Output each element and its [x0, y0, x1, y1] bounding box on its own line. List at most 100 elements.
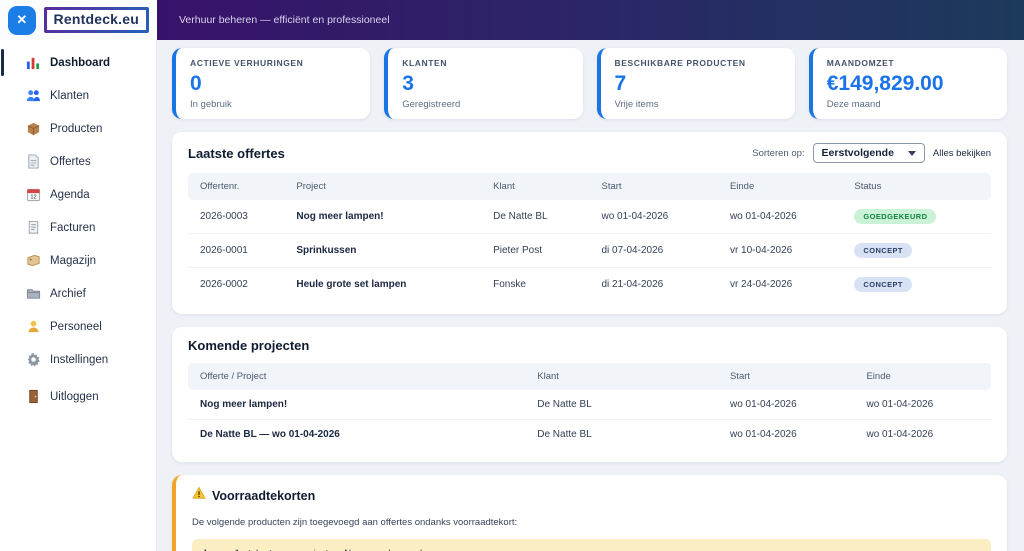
- stat-value: 3: [402, 72, 414, 95]
- column-header-einde[interactable]: Einde: [854, 363, 991, 390]
- sidebar-item-instellingen[interactable]: Instellingen: [0, 343, 156, 376]
- sidebar-item-label: Agenda: [50, 188, 90, 201]
- invoices-icon: [26, 220, 41, 235]
- column-header-einde[interactable]: Einde: [717, 173, 843, 200]
- top-bar: ✕ Rentdeck.eu Verhuur beheren — efficiën…: [0, 0, 1024, 40]
- warning-icon: [192, 486, 206, 505]
- project-start-cell: wo 01-04-2026: [717, 390, 855, 420]
- table-row[interactable]: 2026-0002 Heule grote set lampen Fonske …: [188, 268, 991, 302]
- sidebar-item-producten[interactable]: Producten: [0, 112, 156, 145]
- sidebar-item-label: Magazijn: [50, 254, 97, 267]
- status-badge: CONCEPT: [854, 243, 912, 258]
- sidebar-item-uitloggen[interactable]: Uitloggen: [0, 380, 156, 413]
- offer-end-cell: wo 01-04-2026: [717, 200, 843, 234]
- project-end-cell: wo 01-04-2026: [866, 429, 934, 440]
- sidebar-item-dashboard[interactable]: Dashboard: [0, 46, 156, 79]
- stat-label: ACTIEVE VERHURINGEN: [190, 58, 304, 68]
- stat-value: 7: [614, 72, 627, 95]
- column-header-start[interactable]: Start: [717, 363, 855, 390]
- offer-end-cell: vr 10-04-2026: [717, 233, 843, 268]
- main-content: ACTIEVE VERHURINGEN 0 In gebruik KLANTEN…: [157, 40, 1024, 551]
- products-icon: [26, 121, 41, 136]
- project-name-cell: Nog meer lampen!: [188, 390, 526, 420]
- sidebar-item-personeel[interactable]: Personeel: [0, 310, 156, 343]
- offer-start-cell: di 21-04-2026: [601, 279, 664, 290]
- stat-label: MAANDOMZET: [826, 58, 895, 68]
- stat-label: KLANTEN: [402, 58, 448, 68]
- svg-text:12: 12: [30, 195, 36, 201]
- sidebar-item-agenda[interactable]: 12 Agenda: [0, 178, 156, 211]
- column-header-klant[interactable]: Klant: [481, 173, 590, 200]
- table-row[interactable]: Nog meer lampen! De Natte BL wo 01-04-20…: [188, 390, 991, 420]
- offer-number-cell: 2026-0001: [188, 233, 285, 268]
- offer-client-cell: De Natte BL: [481, 200, 590, 234]
- project-start-cell: wo 01-04-2026: [729, 429, 797, 440]
- offer-project-cell: Nog meer lampen!: [284, 200, 482, 234]
- column-header-project[interactable]: Project: [284, 173, 482, 200]
- sidebar: Dashboard Klanten Producten Offertes 12 …: [0, 40, 157, 551]
- stat-sublabel: Vrije items: [614, 99, 659, 110]
- offer-client-cell: Fonske: [493, 279, 526, 290]
- sidebar-item-archief[interactable]: Archief: [0, 277, 156, 310]
- stock-shortage-card: Voorraadtekorten De volgende producten z…: [172, 475, 1007, 551]
- offer-end-cell: vr 24-04-2026: [729, 279, 793, 290]
- sidebar-item-label: Facturen: [50, 221, 96, 234]
- stat-sublabel: Geregistreerd: [402, 99, 461, 110]
- logout-icon: [26, 389, 41, 404]
- sidebar-item-offertes[interactable]: Offertes: [0, 145, 156, 178]
- logo: Rentdeck.eu: [44, 7, 149, 33]
- table-row[interactable]: 2026-0003 Nog meer lampen! De Natte BL w…: [188, 200, 991, 234]
- shortage-item: Lamp: 1× tekort — op projecten: Nog meer…: [192, 539, 991, 551]
- sort-select-value: Eerstvolgende: [821, 147, 894, 159]
- upcoming-projects-card: Komende projecten Offerte / Project Klan…: [172, 327, 1007, 462]
- sidebar-item-klanten[interactable]: Klanten: [0, 79, 156, 112]
- offer-start-cell: wo 01-04-2026: [589, 200, 718, 234]
- quotes-icon: [26, 154, 41, 169]
- latest-offers-card: Laatste offertes Sorteren op: Eerstvolge…: [172, 132, 1007, 314]
- settings-icon: [26, 352, 41, 367]
- view-all-link[interactable]: Alles bekijken: [933, 148, 991, 159]
- offer-project-cell: Sprinkussen: [284, 233, 482, 268]
- stat-value: €149,829.00: [826, 72, 944, 95]
- offer-project-cell: Heule grote set lampen: [296, 279, 407, 290]
- sidebar-item-label: Uitloggen: [50, 390, 99, 403]
- sidebar-item-label: Offertes: [50, 155, 91, 168]
- offer-client-cell: Pieter Post: [481, 233, 590, 268]
- column-header-klant[interactable]: Klant: [525, 363, 718, 390]
- status-badge: GOEDGEKEURD: [854, 209, 937, 224]
- sidebar-item-label: Dashboard: [50, 56, 111, 69]
- tagline: Verhuur beheren — efficiënt en professio…: [179, 14, 390, 26]
- chevron-down-icon: [907, 150, 916, 156]
- sort-label: Sorteren op:: [752, 147, 805, 159]
- dashboard-icon: [26, 55, 41, 70]
- table-row[interactable]: 2026-0001 Sprinkussen Pieter Post di 07-…: [188, 233, 991, 268]
- column-header-start[interactable]: Start: [589, 173, 718, 200]
- offers-table: Offertenr. Project Klant Start Einde Sta…: [188, 173, 991, 301]
- sort-select[interactable]: Eerstvolgende: [812, 143, 925, 163]
- column-header-offerte-project[interactable]: Offerte / Project: [188, 363, 526, 390]
- projects-table: Offerte / Project Klant Start Einde Nog …: [188, 363, 991, 449]
- sidebar-item-label: Instellingen: [50, 353, 109, 366]
- column-header-status[interactable]: Status: [842, 173, 991, 200]
- project-end-cell: wo 01-04-2026: [854, 390, 991, 420]
- stat-sublabel: In gebruik: [190, 99, 232, 110]
- customers-icon: [26, 88, 41, 103]
- warehouse-icon: [26, 253, 41, 268]
- project-client-cell: De Natte BL: [537, 429, 592, 440]
- shortage-description: De volgende producten zijn toegevoegd aa…: [192, 517, 518, 528]
- sidebar-item-magazijn[interactable]: Magazijn: [0, 244, 156, 277]
- project-client-cell: De Natte BL: [525, 390, 718, 420]
- project-name-cell: De Natte BL — wo 01-04-2026: [200, 429, 340, 440]
- logo-text: Rentdeck.eu: [53, 11, 139, 27]
- sidebar-item-label: Klanten: [50, 89, 90, 102]
- table-row[interactable]: De Natte BL — wo 01-04-2026 De Natte BL …: [188, 420, 991, 450]
- column-header-offertenr[interactable]: Offertenr.: [188, 173, 285, 200]
- close-button[interactable]: ✕: [8, 5, 36, 35]
- archive-icon: [26, 286, 41, 301]
- banner: Verhuur beheren — efficiënt en professio…: [157, 0, 1024, 40]
- section-title-voorraadtekorten: Voorraadtekorten: [212, 488, 316, 503]
- sidebar-item-label: Archief: [50, 287, 86, 300]
- sidebar-item-facturen[interactable]: Facturen: [0, 211, 156, 244]
- offer-number-cell: 2026-0003: [188, 200, 285, 234]
- stat-sublabel: Deze maand: [826, 99, 881, 110]
